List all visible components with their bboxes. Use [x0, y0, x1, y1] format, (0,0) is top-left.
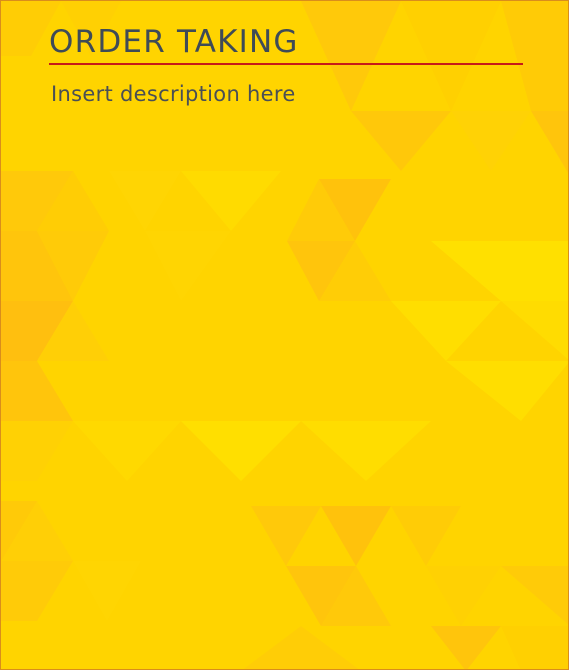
slide: ORDER TAKING Insert description here: [0, 0, 569, 670]
slide-description[interactable]: Insert description here: [51, 81, 523, 107]
title-underline: [49, 63, 523, 65]
slide-title: ORDER TAKING: [49, 24, 299, 60]
slide-header: ORDER TAKING Insert description here: [49, 25, 523, 107]
